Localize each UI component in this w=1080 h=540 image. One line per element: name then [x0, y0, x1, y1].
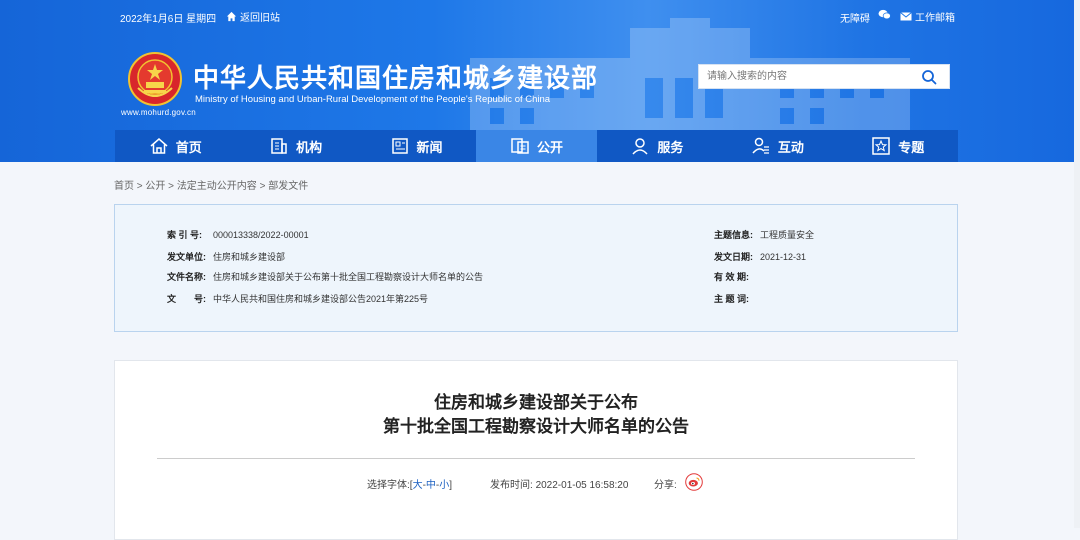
share-label: 分享: — [654, 480, 677, 491]
accessibility-link[interactable]: 无障碍 — [840, 10, 870, 25]
nav-item-public[interactable]: 公开 — [476, 130, 597, 162]
meta-label: 文件名称: — [167, 272, 206, 282]
building-icon — [271, 138, 287, 154]
documents-icon — [511, 138, 529, 154]
star-icon — [872, 137, 890, 155]
font-medium-button[interactable]: 中 — [426, 480, 436, 491]
main-navigation: 首页 机构 新闻 公开 服务 互动 专题 — [115, 130, 958, 162]
meta-value: 中华人民共和国住房和城乡建设部公告2021年第225号 — [213, 294, 429, 304]
national-emblem-logo — [128, 52, 182, 106]
breadcrumb: 首页 > 公开 > 法定主动公开内容 > 部发文件 — [114, 177, 308, 192]
search-icon[interactable] — [921, 69, 937, 85]
nav-item-home[interactable]: 首页 — [115, 130, 235, 162]
nav-item-news[interactable]: 新闻 — [356, 130, 476, 162]
nav-item-topics[interactable]: 专题 — [838, 130, 958, 162]
ministry-title-cn: 中华人民共和国住房和城乡建设部 — [193, 63, 599, 93]
back-to-old-site-label: 返回旧站 — [240, 13, 280, 24]
font-size-label: 选择字体: — [367, 480, 410, 491]
nav-item-label: 服务 — [657, 139, 684, 155]
font-small-button[interactable]: 小 — [439, 480, 449, 491]
article-title-line: 第十批全国工程勘察设计大师名单的公告 — [383, 417, 689, 436]
search-input[interactable] — [707, 68, 907, 85]
publish-value: 2022-01-05 16:58:20 — [535, 480, 629, 491]
wechat-icon[interactable] — [878, 9, 891, 23]
nav-item-label: 新闻 — [416, 139, 443, 155]
nav-item-organization[interactable]: 机构 — [235, 130, 355, 162]
meta-label: 主 题 词: — [714, 294, 749, 304]
breadcrumb-public[interactable]: 公开 — [145, 181, 165, 192]
font-large-button[interactable]: 大 — [413, 480, 423, 491]
publish-time: 发布时间: 2022-01-05 16:58:20 — [490, 476, 628, 491]
work-mail-link[interactable]: 工作邮箱 — [900, 9, 955, 24]
meta-value: 工程质量安全 — [760, 230, 815, 240]
meta-value: 000013338/2022-00001 — [213, 230, 309, 240]
meta-label: 发文单位: — [167, 252, 206, 262]
home-icon — [150, 138, 168, 154]
article-info-bar: 选择字体:[大-中-小] 发布时间: 2022-01-05 16:58:20 分… — [115, 473, 957, 494]
site-url: www.mohurd.gov.cn — [121, 108, 196, 117]
meta-docno-row: 文 号: 中华人民共和国住房和城乡建设部公告2021年第225号 — [167, 292, 428, 305]
interaction-icon — [752, 137, 769, 154]
meta-index-row: 索 引 号: 000013338/2022-00001 — [167, 228, 309, 241]
mail-icon — [900, 12, 912, 21]
breadcrumb-home[interactable]: 首页 — [114, 181, 134, 192]
breadcrumb-ministry-documents[interactable]: 部发文件 — [268, 181, 308, 192]
meta-value: 2021-12-31 — [760, 252, 807, 262]
meta-topic-row: 主题信息: 工程质量安全 — [714, 228, 814, 241]
home-icon — [226, 11, 237, 22]
nav-item-label: 专题 — [898, 139, 925, 155]
nav-item-interaction[interactable]: 互动 — [717, 130, 837, 162]
ministry-title-en: Ministry of Housing and Urban-Rural Deve… — [195, 94, 551, 105]
work-mail-label: 工作邮箱 — [915, 13, 955, 24]
meta-filename-row: 文件名称: 住房和城乡建设部关于公布第十批全国工程勘察设计大师名单的公告 — [167, 270, 483, 283]
weibo-share-icon[interactable] — [685, 473, 703, 491]
meta-date-row: 发文日期: 2021-12-31 — [714, 250, 806, 263]
meta-unit-row: 发文单位: 住房和城乡建设部 — [167, 250, 285, 263]
meta-label: 发文日期: — [714, 252, 753, 262]
service-person-icon — [632, 138, 648, 155]
newspaper-icon — [391, 138, 408, 154]
nav-item-label: 机构 — [296, 139, 323, 155]
title-divider — [157, 458, 915, 459]
back-to-old-site-link[interactable]: 返回旧站 — [226, 9, 280, 24]
nav-item-label: 首页 — [175, 139, 202, 155]
breadcrumb-separator: > — [134, 181, 146, 192]
meta-validity-row: 有 效 期: — [714, 270, 760, 283]
meta-value: 住房和城乡建设部 — [213, 252, 286, 262]
top-bar: 2022年1月6日 星期四 返回旧站 无障碍 工作邮箱 — [0, 9, 1080, 25]
meta-value: 住房和城乡建设部关于公布第十批全国工程勘察设计大师名单的公告 — [213, 272, 484, 282]
breadcrumb-separator: > — [165, 181, 177, 192]
nav-item-label: 互动 — [777, 139, 804, 155]
meta-label: 主题信息: — [714, 230, 753, 240]
breadcrumb-statutory-content[interactable]: 法定主动公开内容 — [177, 181, 257, 192]
document-metadata-panel: 索 引 号: 000013338/2022-00001 发文单位: 住房和城乡建设部… — [114, 204, 958, 332]
article-title: 住房和城乡建设部关于公布 第十批全国工程勘察设计大师名单的公告 — [115, 391, 957, 439]
meta-label: 索 引 号: — [167, 230, 202, 240]
breadcrumb-separator: > — [256, 181, 269, 192]
meta-keywords-row: 主 题 词: — [714, 292, 760, 305]
meta-label: 有 效 期: — [714, 272, 749, 282]
current-date: 2022年1月6日 星期四 — [120, 14, 217, 25]
font-size-selector: 选择字体:[大-中-小] — [367, 476, 452, 491]
publish-label: 发布时间: — [490, 480, 533, 491]
nav-item-service[interactable]: 服务 — [597, 130, 717, 162]
bracket: ] — [449, 480, 453, 491]
article-title-line: 住房和城乡建设部关于公布 — [434, 393, 638, 412]
meta-label: 文 号: — [167, 294, 206, 304]
nav-item-label: 公开 — [536, 139, 563, 155]
search-box — [698, 64, 950, 89]
page-scrollbar[interactable] — [1074, 0, 1080, 528]
article-container: 住房和城乡建设部关于公布 第十批全国工程勘察设计大师名单的公告 选择字体:[大-… — [114, 360, 958, 540]
